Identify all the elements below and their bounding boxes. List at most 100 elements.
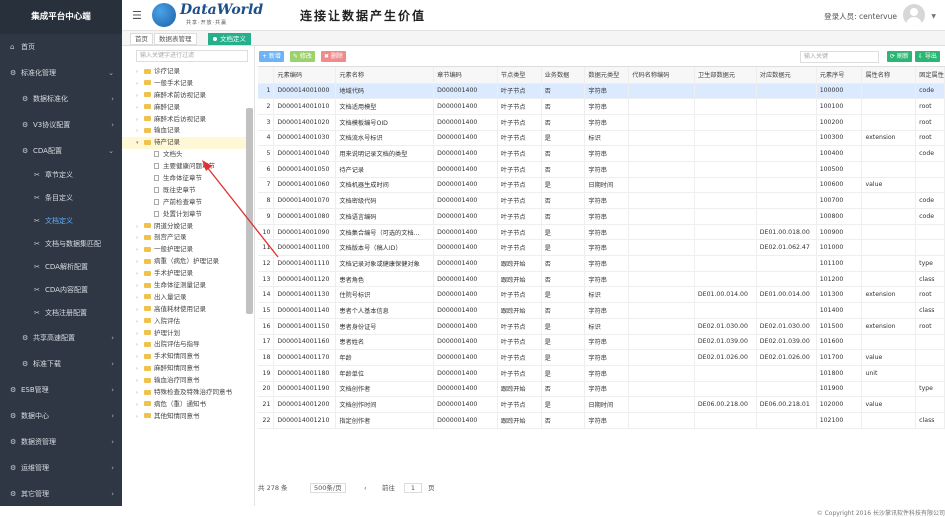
sidebar-item[interactable]: ✂ 文档定义 xyxy=(0,210,122,233)
tree-node[interactable]: 主要健康问题章节 xyxy=(122,161,246,173)
edit-button[interactable]: ✎ 修改 xyxy=(290,51,315,62)
sidebar-item[interactable]: ⚙ 标准下载 › xyxy=(0,351,122,377)
sidebar-item[interactable]: ⚙ 共享高速配置 › xyxy=(0,325,122,351)
column-header[interactable] xyxy=(258,67,275,84)
table-row[interactable]: 11 D000014001100 文档版本号（稿人ID） D000001400 叶子节点… xyxy=(258,239,945,257)
chevron-right-icon[interactable]: › xyxy=(136,412,142,424)
tree-node[interactable]: › 麻醉知情同意书 xyxy=(122,363,246,375)
sidebar-item[interactable]: ⚙ 数据资管理 › xyxy=(0,429,122,455)
table-row[interactable]: 4 D000014001030 文档流水号标识 D000001400 叶子节点是标识 10… xyxy=(258,130,945,147)
table-row[interactable]: 18 D000014001170 年龄 D000001400 叶子节点是字符串 DE02.… xyxy=(258,349,945,366)
tree-node[interactable]: ▾ 待产记录 xyxy=(122,137,246,150)
tree-node[interactable]: › 手术知情同意书 xyxy=(122,351,246,363)
menu-toggle-icon[interactable]: ☰ xyxy=(132,9,142,22)
add-button[interactable]: + 新增 xyxy=(259,51,284,62)
sidebar-item[interactable]: ⚙ 标准化管理 ⌄ xyxy=(0,60,122,86)
sidebar-item[interactable]: ✂ 文档与数据集匹配 xyxy=(0,233,122,256)
tree-node[interactable]: › 输血记录 xyxy=(122,125,246,137)
tree-node[interactable]: 处置计划章节 xyxy=(122,209,246,221)
tree-node[interactable]: › 出入量记录 xyxy=(122,292,246,304)
tree-node[interactable]: › 手术护理记录 xyxy=(122,268,246,280)
tree-node[interactable]: › 麻醉术前访视记录 xyxy=(122,90,246,102)
tree-node[interactable]: › 生命体征测量记录 xyxy=(122,280,246,292)
sidebar-item[interactable]: ✂ 条目定义 xyxy=(0,187,122,210)
column-header[interactable]: 对应数据元 xyxy=(756,67,817,84)
table-row[interactable]: 22 D000014001210 指定创作者 D000001400 跟踪开始否字符串 10… xyxy=(258,412,945,429)
table-row[interactable]: 5 D000014001040 用来说明记录文档的类型 D000001400 叶子节点否… xyxy=(258,145,945,162)
tree-node[interactable]: › 护理计划 xyxy=(122,328,246,340)
column-header[interactable]: 元素编码 xyxy=(273,67,337,84)
tree-node[interactable]: › 诊疗记录 xyxy=(122,66,246,78)
table-row[interactable]: 12 D000014001110 文档记录对象或健康保健对象 D000001400 跟踪… xyxy=(258,255,945,272)
tab-home[interactable]: 首页 xyxy=(130,33,153,45)
prev-page-icon[interactable]: ‹ xyxy=(364,482,367,495)
tree-node[interactable]: 既往史章节 xyxy=(122,185,246,197)
table-row[interactable]: 14 D000014001130 住院号标识 D000001400 叶子节点是标识 DE0… xyxy=(258,286,945,304)
tab-doc-define[interactable]: 文档定义 xyxy=(208,33,251,45)
tree-node[interactable]: › 输血治疗同意书 xyxy=(122,375,246,387)
tree-node[interactable]: 产前检查章节 xyxy=(122,197,246,209)
column-header[interactable]: 卫生部数据元 xyxy=(694,67,757,84)
sidebar-item[interactable]: ⚙ 数据中心 › xyxy=(0,403,122,429)
sidebar-item[interactable]: ⚙ ESB管理 › xyxy=(0,377,122,403)
table-row[interactable]: 21 D000014001200 文档创作时间 D000001400 叶子节点是日期时间… xyxy=(258,396,945,413)
tree-node[interactable]: › 入院评估 xyxy=(122,316,246,328)
table-row[interactable]: 3 D000014001020 文档模板编号OID D000001400 叶子节点否字符… xyxy=(258,114,945,131)
table-row[interactable]: 2 D000014001010 文档适用模型 D000001400 叶子节点否字符串 10… xyxy=(258,98,945,115)
table-row[interactable]: 10 D000014001090 文档集合编号（可选的文档... D000001400… xyxy=(258,224,945,241)
tree-node[interactable]: › 其他知情同意书 xyxy=(122,411,246,423)
column-header[interactable]: 数据元类型 xyxy=(584,67,630,84)
tree-node[interactable]: › 病重（病危）护理记录 xyxy=(122,256,246,268)
sidebar-item[interactable]: ✂ 文档注册配置 xyxy=(0,302,122,325)
table-row[interactable]: 1 D000014001000 地域代码 D000001400 叶子节点否字符串 1000… xyxy=(258,83,945,100)
tree-scrollbar[interactable] xyxy=(246,108,253,314)
sidebar-item[interactable]: ⌂ 首页 xyxy=(0,34,122,60)
tree-node[interactable]: › 一般护理记录 xyxy=(122,244,246,256)
tree-node[interactable]: › 剖宫产记录 xyxy=(122,232,246,244)
page-input[interactable]: 1 xyxy=(404,483,422,493)
table-row[interactable]: 9 D000014001080 文档语言编码 D000001400 叶子节点否字符串 10… xyxy=(258,208,945,225)
sidebar-item[interactable]: ⚙ 其它管理 › xyxy=(0,481,122,507)
sidebar-item[interactable]: ⚙ V3协议配置 › xyxy=(0,112,122,138)
page-size-select[interactable]: 500条/页 xyxy=(310,483,346,493)
sidebar-item[interactable]: ✂ CDA解析配置 xyxy=(0,256,122,279)
column-header[interactable]: 节点类型 xyxy=(497,67,542,84)
tree-node[interactable]: 文档头 xyxy=(122,149,246,161)
export-button[interactable]: ⇩ 导出 xyxy=(915,51,940,62)
tree-node[interactable]: › 高值耗材使用记录 xyxy=(122,304,246,316)
table-row[interactable]: 16 D000014001150 患者身份证号 D000001400 叶子节点是标识 DE… xyxy=(258,318,945,335)
column-header[interactable]: 固定属性 xyxy=(915,67,945,84)
column-header[interactable]: 业务数据 xyxy=(541,67,586,84)
sidebar-item[interactable]: ⚙ CDA配置 ⌄ xyxy=(0,138,122,164)
delete-button[interactable]: ✖ 删除 xyxy=(321,51,346,62)
column-header[interactable]: 代码名称编码 xyxy=(628,67,695,84)
table-row[interactable]: 19 D000014001180 年龄单位 D000001400 叶子节点是字符串 101… xyxy=(258,365,945,382)
tree-node[interactable]: › 病危（重）通知书 xyxy=(122,399,246,411)
tree-node[interactable]: › 阴道分娩记录 xyxy=(122,221,246,233)
table-row[interactable]: 20 D000014001190 文档创作者 D000001400 跟踪开始否字符串 10… xyxy=(258,381,945,398)
column-header[interactable]: 章节编码 xyxy=(433,67,498,84)
grid-search-input[interactable]: 输入关键 xyxy=(800,51,879,63)
table-row[interactable]: 6 D000014001050 待产记录 D000001400 叶子节点否字符串 1005… xyxy=(258,161,945,178)
tree-node[interactable]: › 麻醉术后访视记录 xyxy=(122,114,246,126)
chevron-down-icon[interactable]: ▼ xyxy=(931,13,936,20)
user-avatar[interactable] xyxy=(903,4,925,26)
table-row[interactable]: 15 D000014001140 患者个人基本信息 D000001400 跟踪开始否字符… xyxy=(258,302,945,319)
sidebar-item[interactable]: ⚙ 运维管理 › xyxy=(0,455,122,481)
column-header[interactable]: 属性名称 xyxy=(861,67,917,84)
sidebar-item[interactable]: ✂ 章节定义 xyxy=(0,164,122,187)
column-header[interactable]: 元素序号 xyxy=(816,67,863,84)
tree-node[interactable]: › 麻醉记录 xyxy=(122,102,246,114)
tree-node[interactable]: 生命体征章节 xyxy=(122,173,246,185)
column-header[interactable]: 元素名称 xyxy=(335,67,435,84)
tree-node[interactable]: › 出院评估与指导 xyxy=(122,339,246,351)
table-row[interactable]: 7 D000014001060 文档机器生成时间 D000001400 叶子节点是日期时… xyxy=(258,177,945,194)
tree-node[interactable]: › 特殊检查及特殊治疗同意书 xyxy=(122,387,246,399)
tree-node[interactable]: › 一般手术记录 xyxy=(122,78,246,90)
sidebar-item[interactable]: ✂ CDA内容配置 xyxy=(0,279,122,302)
tree-filter-input[interactable]: 输入关键字进行过滤 xyxy=(136,50,248,62)
table-row[interactable]: 13 D000014001120 患者角色 D000001400 跟踪开始否字符串 101… xyxy=(258,271,945,288)
table-row[interactable]: 8 D000014001070 文档密级代码 D000001400 叶子节点否字符串 10… xyxy=(258,192,945,209)
tab-table-manage[interactable]: 数据表管理 xyxy=(154,33,197,45)
table-row[interactable]: 17 D000014001160 患者姓名 D000001400 叶子节点是字符串 DE0… xyxy=(258,334,945,351)
